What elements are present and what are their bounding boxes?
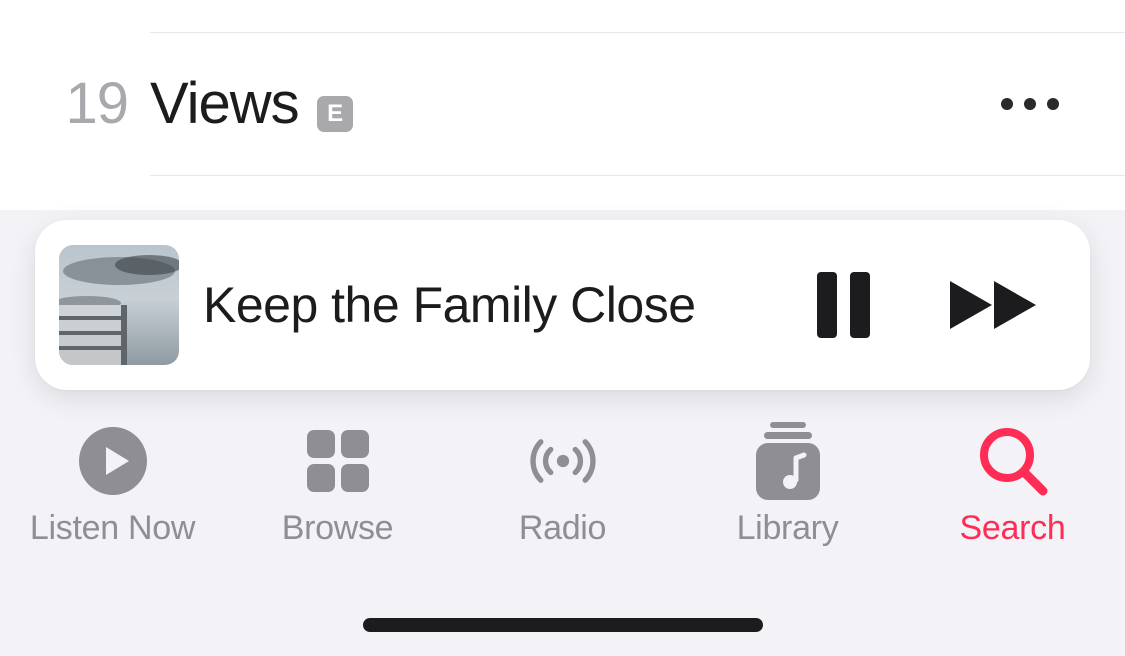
- tab-radio[interactable]: Radio: [450, 425, 675, 548]
- now-playing-bar[interactable]: Keep the Family Close: [35, 220, 1090, 390]
- play-circle-icon: [77, 425, 149, 497]
- tab-listen-now[interactable]: Listen Now: [0, 425, 225, 548]
- tab-browse[interactable]: Browse: [225, 425, 450, 548]
- home-indicator[interactable]: [363, 618, 763, 632]
- track-title: ViewsE: [150, 70, 353, 137]
- tab-label: Radio: [519, 509, 606, 548]
- radio-waves-icon: [527, 425, 599, 497]
- album-artwork: [59, 245, 179, 365]
- tab-label: Search: [960, 509, 1066, 548]
- more-icon[interactable]: [1001, 98, 1059, 110]
- tab-label: Browse: [282, 509, 394, 548]
- track-number: 19: [0, 70, 150, 137]
- tab-library[interactable]: Library: [675, 425, 900, 548]
- search-icon: [977, 425, 1049, 497]
- tab-label: Listen Now: [30, 509, 195, 548]
- explicit-badge: E: [317, 96, 353, 132]
- grid-icon: [302, 425, 374, 497]
- skip-forward-icon[interactable]: [948, 277, 1040, 333]
- tab-search[interactable]: Search: [900, 425, 1125, 548]
- track-list: 19 ViewsE: [0, 0, 1125, 210]
- track-row[interactable]: 19 ViewsE: [0, 32, 1125, 175]
- tab-label: Library: [737, 509, 839, 548]
- tab-bar: Listen Now Browse Radio: [0, 425, 1125, 590]
- now-playing-title: Keep the Family Close: [203, 276, 817, 334]
- divider: [150, 175, 1125, 176]
- library-icon: [752, 425, 824, 497]
- pause-icon[interactable]: [817, 272, 870, 338]
- playback-controls: [817, 272, 1040, 338]
